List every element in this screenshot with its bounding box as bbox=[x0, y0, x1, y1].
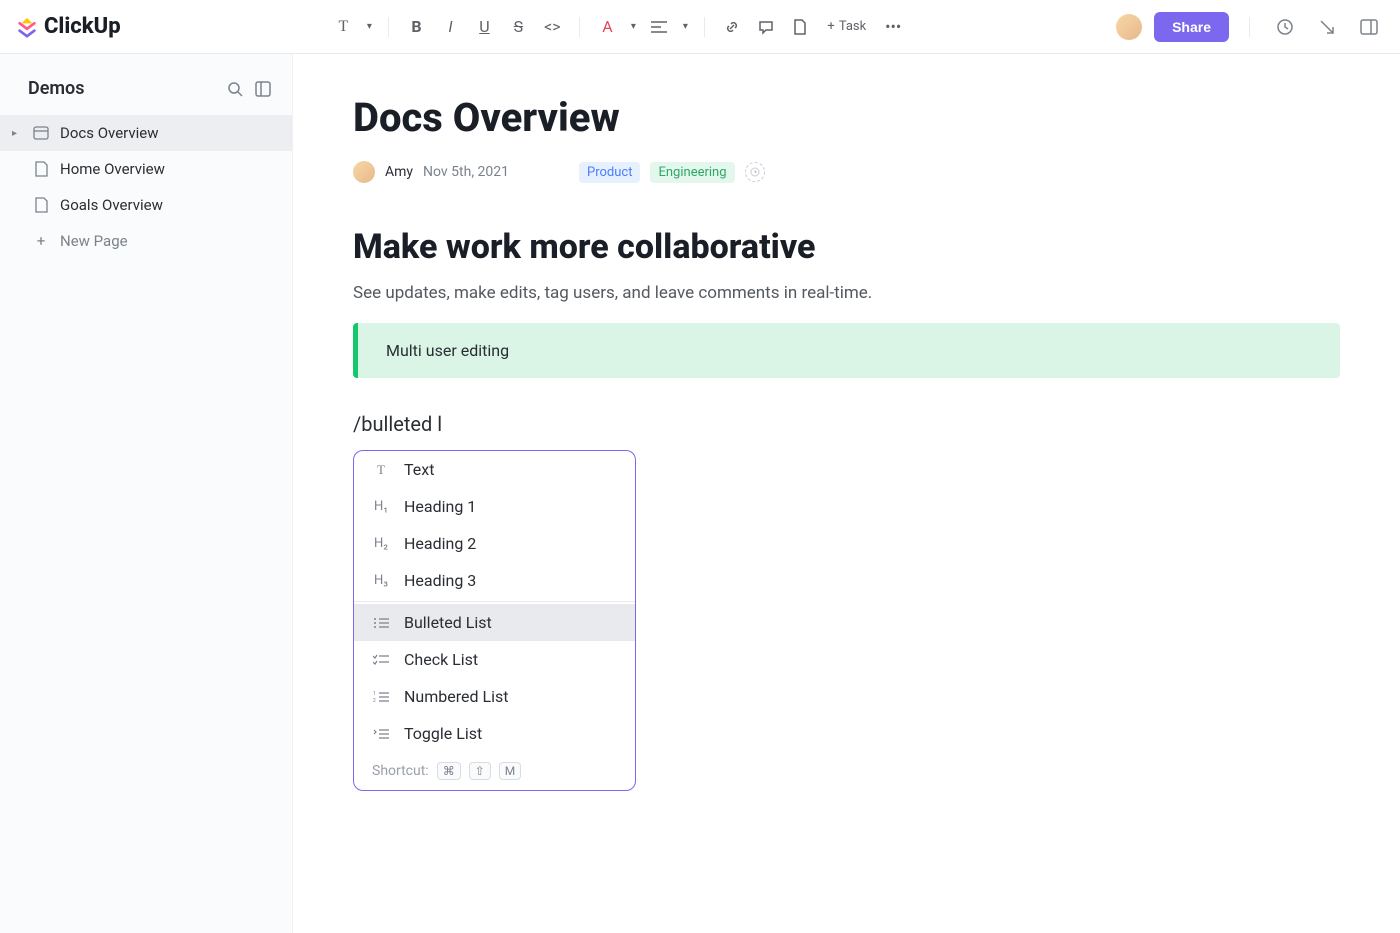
align-button[interactable] bbox=[644, 12, 674, 42]
author-name: Amy bbox=[385, 164, 413, 180]
code-button[interactable]: <> bbox=[537, 12, 567, 42]
sidebar-header: Demos bbox=[0, 78, 292, 115]
italic-button[interactable]: I bbox=[435, 12, 465, 42]
author-avatar[interactable] bbox=[353, 161, 375, 183]
svg-text:2: 2 bbox=[373, 698, 376, 703]
toolbar-center: T ▾ B I U S <> A ▾ ▾ + Task ••• bbox=[121, 12, 1116, 42]
sidebar-item-label: Goals Overview bbox=[60, 196, 163, 214]
numbered-list-icon: 12 bbox=[372, 691, 390, 703]
menu-divider bbox=[354, 601, 635, 602]
toggle-list-icon bbox=[372, 728, 390, 740]
document-content: Docs Overview Amy Nov 5th, 2021 Product … bbox=[293, 54, 1400, 933]
workspace-title: Demos bbox=[28, 78, 85, 99]
sidebar-item-label: Home Overview bbox=[60, 160, 165, 178]
callout-block[interactable]: Multi user editing bbox=[353, 323, 1340, 378]
shortcut-hint: Shortcut: ⌘ ⇧ M bbox=[354, 752, 635, 790]
doc-icon bbox=[32, 126, 50, 140]
more-button[interactable]: ••• bbox=[878, 12, 908, 42]
download-icon[interactable] bbox=[1312, 12, 1342, 42]
separator bbox=[704, 17, 705, 37]
tag-product[interactable]: Product bbox=[579, 162, 640, 183]
clickup-logo-icon bbox=[16, 16, 38, 38]
strikethrough-button[interactable]: S bbox=[503, 12, 533, 42]
sidebar-item-docs-overview[interactable]: ▸ Docs Overview bbox=[0, 115, 292, 151]
chevron-down-icon[interactable]: ▾ bbox=[626, 12, 640, 42]
bulleted-list-icon bbox=[372, 617, 390, 629]
underline-button[interactable]: U bbox=[469, 12, 499, 42]
history-icon[interactable] bbox=[1270, 12, 1300, 42]
page-button[interactable] bbox=[785, 12, 815, 42]
slash-item-check-list[interactable]: Check List bbox=[354, 641, 635, 678]
text-color-button[interactable]: A bbox=[592, 12, 622, 42]
slash-command-menu: T Text H₁ Heading 1 H₂ Heading 2 H₃ Head… bbox=[353, 450, 636, 791]
text-icon: T bbox=[372, 462, 390, 478]
page-icon bbox=[32, 197, 50, 213]
slash-item-numbered-list[interactable]: 12 Numbered List bbox=[354, 678, 635, 715]
slash-item-bulleted-list[interactable]: Bulleted List bbox=[354, 604, 635, 641]
page-title[interactable]: Docs Overview bbox=[353, 94, 1340, 141]
slash-command-input[interactable]: /bulleted l bbox=[353, 412, 1340, 436]
separator bbox=[1249, 17, 1250, 37]
doc-paragraph[interactable]: See updates, make edits, tag users, and … bbox=[353, 283, 1340, 303]
plus-icon: + bbox=[32, 232, 50, 250]
slash-item-text[interactable]: T Text bbox=[354, 451, 635, 488]
check-list-icon bbox=[372, 654, 390, 666]
link-button[interactable] bbox=[717, 12, 747, 42]
slash-item-heading-1[interactable]: H₁ Heading 1 bbox=[354, 488, 635, 525]
search-icon[interactable] bbox=[226, 80, 244, 98]
text-style-button[interactable]: T bbox=[328, 12, 358, 42]
new-page-button[interactable]: + New Page bbox=[0, 223, 292, 259]
page-icon bbox=[32, 161, 50, 177]
tag-engineering[interactable]: Engineering bbox=[650, 162, 734, 183]
sidebar-item-home-overview[interactable]: Home Overview bbox=[0, 151, 292, 187]
disclosure-icon: ▸ bbox=[12, 128, 22, 139]
collapse-sidebar-icon[interactable] bbox=[254, 80, 272, 98]
bold-button[interactable]: B bbox=[401, 12, 431, 42]
topbar: ClickUp T ▾ B I U S <> A ▾ ▾ + Task ••• bbox=[0, 0, 1400, 54]
plus-icon: + bbox=[827, 19, 834, 34]
separator bbox=[579, 17, 580, 37]
topbar-right: Share bbox=[1116, 12, 1384, 42]
h2-icon: H₂ bbox=[372, 536, 390, 551]
slash-item-heading-3[interactable]: H₃ Heading 3 bbox=[354, 562, 635, 599]
add-tag-icon[interactable] bbox=[745, 162, 765, 182]
svg-text:1: 1 bbox=[373, 691, 376, 697]
user-avatar[interactable] bbox=[1116, 14, 1142, 40]
kbd-shift: ⇧ bbox=[469, 762, 491, 780]
doc-date: Nov 5th, 2021 bbox=[423, 164, 509, 180]
kbd-cmd: ⌘ bbox=[437, 762, 461, 780]
app-logo[interactable]: ClickUp bbox=[16, 14, 121, 39]
sidebar-item-goals-overview[interactable]: Goals Overview bbox=[0, 187, 292, 223]
h3-icon: H₃ bbox=[372, 573, 390, 588]
slash-item-toggle-list[interactable]: Toggle List bbox=[354, 715, 635, 752]
share-button[interactable]: Share bbox=[1154, 12, 1229, 42]
separator bbox=[388, 17, 389, 37]
chevron-down-icon[interactable]: ▾ bbox=[362, 12, 376, 42]
app-name: ClickUp bbox=[44, 14, 121, 39]
comment-button[interactable] bbox=[751, 12, 781, 42]
sidebar-item-label: Docs Overview bbox=[60, 124, 159, 142]
kbd-m: M bbox=[499, 762, 521, 780]
doc-meta: Amy Nov 5th, 2021 Product Engineering bbox=[353, 161, 1340, 183]
slash-item-heading-2[interactable]: H₂ Heading 2 bbox=[354, 525, 635, 562]
chevron-down-icon[interactable]: ▾ bbox=[678, 12, 692, 42]
h1-icon: H₁ bbox=[372, 499, 390, 514]
doc-heading[interactable]: Make work more collaborative bbox=[353, 227, 1340, 267]
add-task-button[interactable]: + Task bbox=[819, 15, 874, 38]
sidebar-list: ▸ Docs Overview Home Overview Goals Over… bbox=[0, 115, 292, 259]
panel-toggle-icon[interactable] bbox=[1354, 12, 1384, 42]
sidebar: Demos ▸ Docs Overview bbox=[0, 54, 293, 933]
new-page-label: New Page bbox=[60, 232, 128, 250]
